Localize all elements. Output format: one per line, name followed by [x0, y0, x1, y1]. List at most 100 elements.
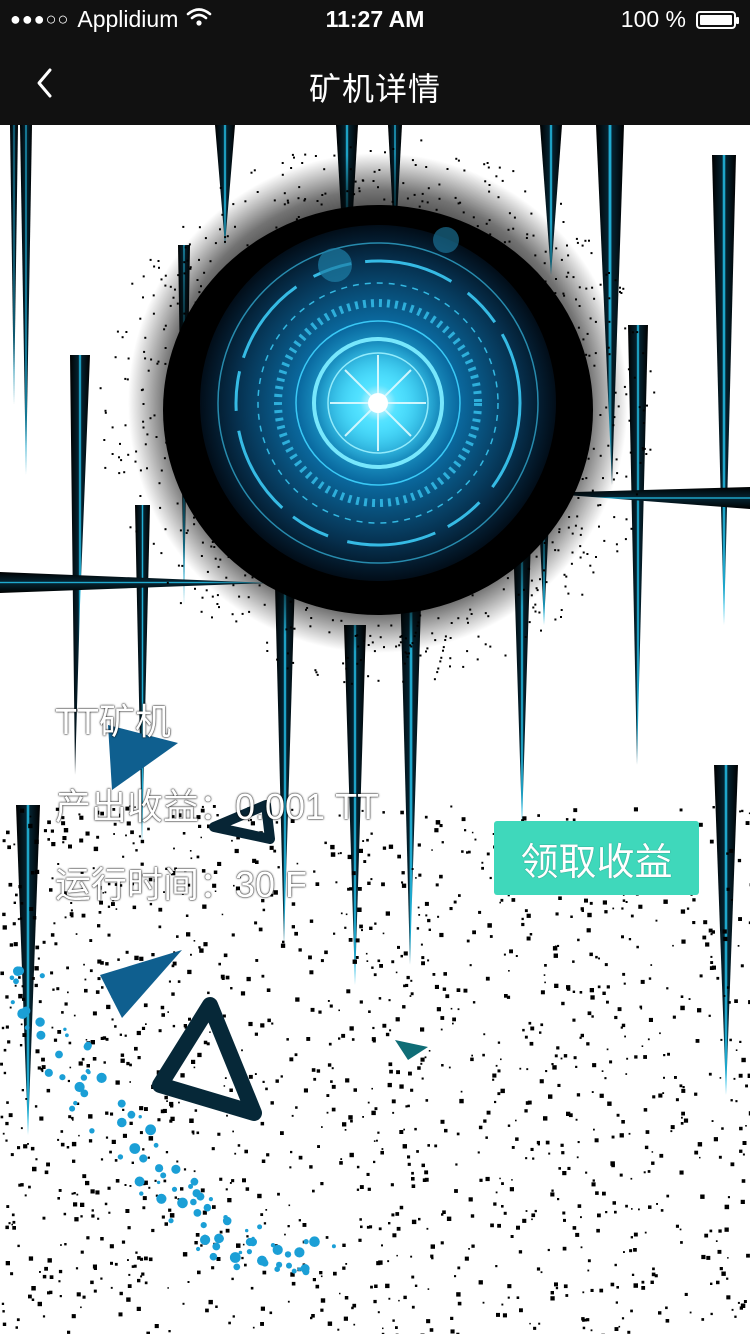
speckle [418, 1217, 421, 1221]
speckle [97, 924, 101, 928]
speckle [659, 1032, 661, 1035]
speckle [92, 1011, 97, 1016]
speckle [104, 466, 107, 469]
speckle [575, 298, 577, 301]
speckle [328, 1042, 332, 1046]
speckle [625, 475, 628, 478]
speckle [216, 1257, 221, 1261]
speckle [148, 1186, 151, 1189]
particle [196, 1192, 205, 1201]
speckle [704, 1233, 709, 1238]
speckle [633, 1283, 638, 1288]
speckle [581, 593, 584, 596]
particle [246, 1249, 252, 1255]
speckle [460, 1090, 463, 1093]
speckle [2, 1322, 7, 1326]
speckle [57, 1138, 60, 1141]
speckle [543, 974, 546, 976]
speckle [286, 667, 289, 670]
speckle [515, 1137, 519, 1141]
speckle [344, 1129, 347, 1131]
speckle [44, 1170, 49, 1175]
claim-earnings-button[interactable]: 领取收益 [494, 821, 699, 895]
speckle [287, 201, 290, 204]
speckle [575, 1065, 578, 1068]
speckle [453, 900, 457, 904]
speckle [666, 1194, 670, 1198]
speckle [670, 1130, 673, 1133]
speckle [382, 846, 387, 850]
speckle [613, 516, 616, 519]
speckle [155, 436, 158, 438]
speckle [563, 573, 566, 576]
speckle [675, 1224, 679, 1228]
speckle [401, 881, 404, 884]
particle [117, 1099, 126, 1108]
speckle [495, 1064, 498, 1067]
speckle [260, 1306, 265, 1311]
particle [134, 1176, 145, 1187]
speckle [371, 1087, 373, 1090]
speckle [321, 1126, 323, 1128]
speckle [188, 313, 191, 316]
speckle [176, 502, 179, 505]
speckle [179, 529, 182, 532]
speckle [221, 913, 224, 916]
speckle [225, 1188, 228, 1191]
speckle [587, 457, 590, 460]
speckle [51, 1026, 54, 1029]
speckle [508, 212, 511, 215]
speckle [429, 1328, 434, 1332]
speckle [532, 1157, 535, 1160]
speckle [644, 1145, 649, 1150]
speckle [526, 936, 531, 941]
speckle [618, 1325, 621, 1328]
speckle [396, 1070, 400, 1075]
speckle [608, 320, 611, 323]
speckle [624, 327, 627, 330]
speckle [485, 1136, 488, 1139]
speckle [708, 1072, 712, 1076]
speckle [667, 1052, 670, 1056]
particle [270, 1243, 276, 1248]
speckle [407, 652, 410, 655]
speckle [349, 168, 352, 171]
speckle [726, 1295, 731, 1300]
speckle [97, 977, 101, 981]
speckle [440, 1016, 445, 1020]
speckle [25, 1098, 28, 1100]
speckle [389, 1069, 393, 1074]
speckle [434, 828, 439, 833]
speckle [223, 1085, 226, 1087]
speckle [621, 1120, 625, 1124]
speckle [331, 1084, 336, 1089]
speckle [356, 1165, 360, 1169]
speckle [362, 1116, 364, 1118]
speckle [369, 634, 372, 637]
speckle [434, 984, 439, 989]
speckle [462, 211, 465, 214]
speckle [652, 1095, 656, 1099]
speckle [225, 1228, 230, 1233]
speckle [216, 594, 219, 597]
speckle [262, 908, 266, 912]
speckle [210, 545, 213, 548]
speckle [180, 1187, 184, 1191]
speckle [440, 1028, 443, 1031]
speckle [353, 193, 356, 196]
speckle [217, 1132, 221, 1136]
speckle [525, 1157, 528, 1160]
miner-detail-screen: ●●●○○ Applidium 11:27 AM 100 % 矿机详情 TT矿机… [0, 0, 750, 1334]
speckle [566, 985, 571, 990]
speckle [72, 1159, 76, 1163]
speckle [497, 196, 500, 199]
speckle [438, 183, 441, 186]
speckle [348, 938, 353, 942]
speckle [521, 922, 525, 927]
speckle [381, 1244, 383, 1247]
speckle [470, 613, 473, 615]
speckle [140, 839, 145, 844]
speckle [68, 1041, 72, 1045]
speckle [349, 1026, 354, 1031]
speckle [516, 1296, 520, 1299]
